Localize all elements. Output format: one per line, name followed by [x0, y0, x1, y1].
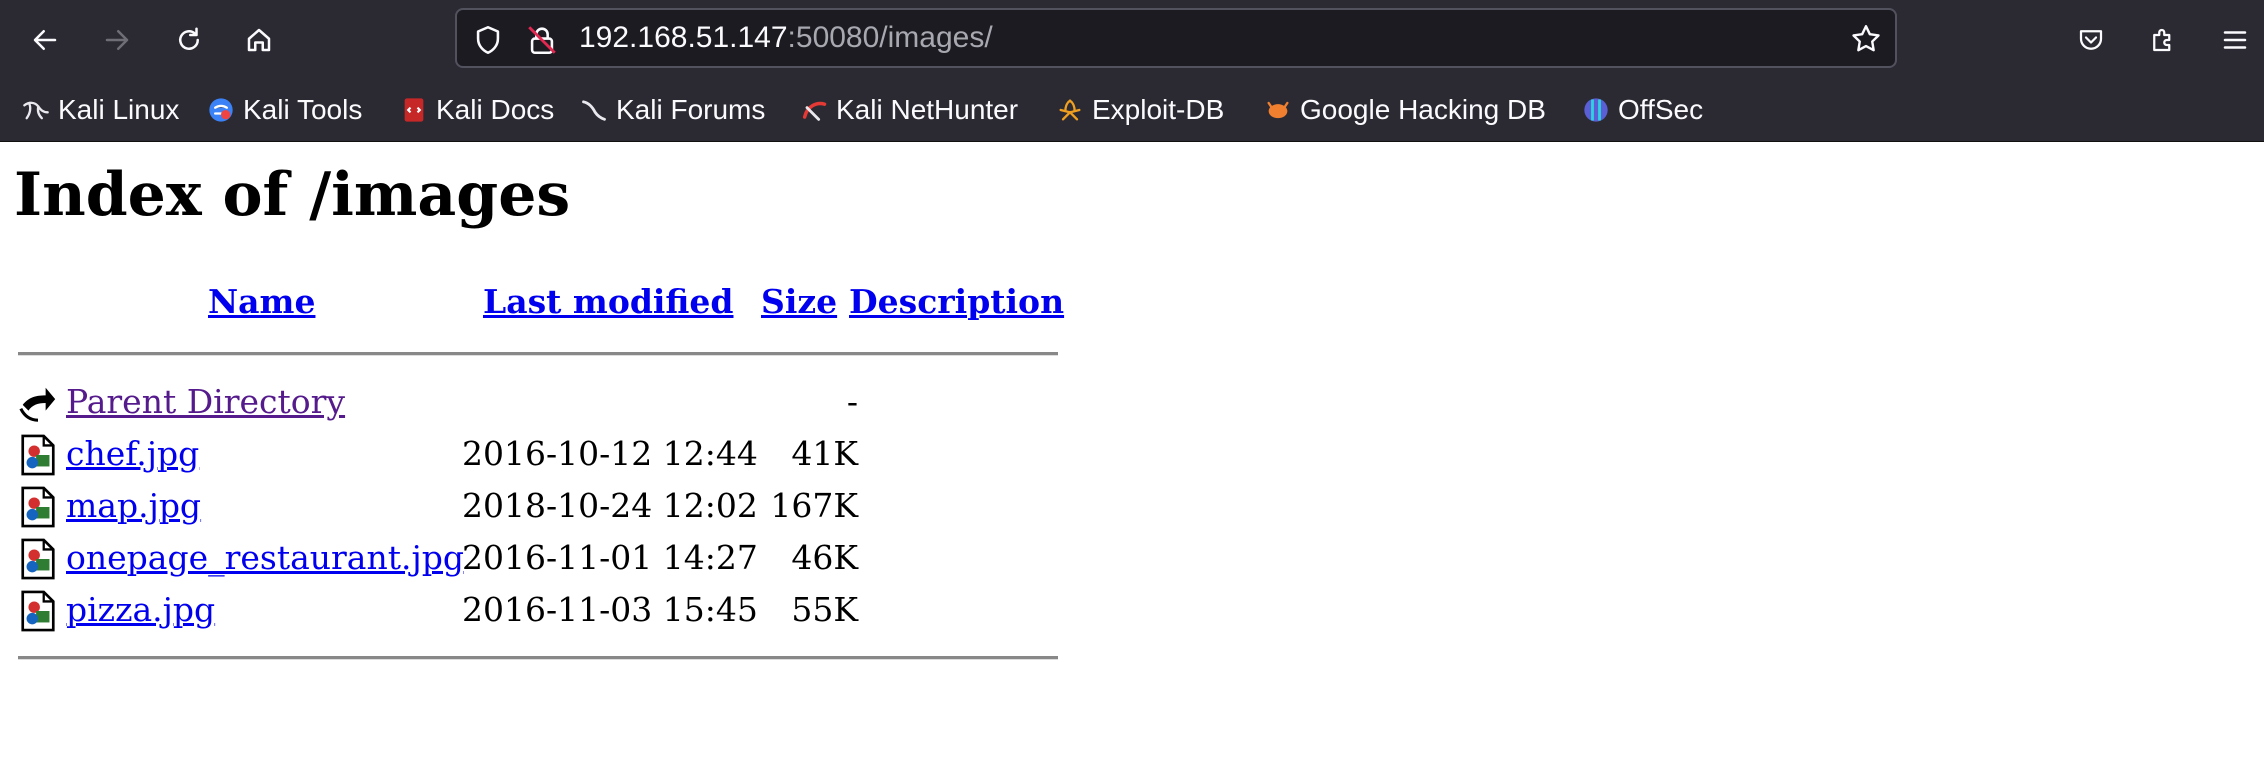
kali-dragon-icon	[23, 101, 49, 120]
reload-icon	[179, 27, 199, 50]
column-header-last-modified[interactable]: Last modified	[483, 282, 734, 321]
back-button[interactable]	[22, 17, 68, 63]
table-row: onepage_restaurant.jpg 2016-11-01 14:27 …	[18, 534, 1058, 584]
bookmark-label: Kali Tools	[243, 94, 363, 125]
image-file-icon	[21, 486, 55, 528]
file-link[interactable]: pizza.jpg	[66, 590, 215, 629]
url-host: 192.168.51.147	[579, 21, 788, 54]
bookmark-label: Kali Docs	[436, 94, 555, 125]
file-date: 2018-10-24 12:02	[462, 486, 758, 525]
bookmark-kali-tools[interactable]: Kali Tools	[207, 78, 362, 142]
bookmark-exploit-db[interactable]: Exploit-DB	[1056, 78, 1224, 142]
table-row-parent: Parent Directory -	[18, 378, 1058, 428]
bookmark-label: OffSec	[1618, 94, 1704, 125]
pocket-button[interactable]	[2068, 17, 2114, 63]
file-date: 2016-11-01 14:27	[462, 538, 758, 577]
kali-tools-icon	[209, 98, 233, 122]
bookmark-google-hacking-db[interactable]: Google Hacking DB	[1264, 78, 1546, 142]
bookmark-kali-linux[interactable]: Kali Linux	[22, 78, 179, 142]
bookmark-kali-forums[interactable]: Kali Forums	[580, 78, 765, 142]
file-link[interactable]: onepage_restaurant.jpg	[66, 538, 464, 577]
file-size: 167K	[770, 486, 858, 525]
file-date: 2016-11-03 15:45	[462, 590, 758, 629]
table-row: pizza.jpg 2016-11-03 15:45 55K	[18, 586, 1058, 636]
hamburger-menu-icon	[2223, 31, 2247, 49]
kali-forums-icon	[582, 100, 606, 121]
kali-docs-icon	[404, 98, 424, 122]
file-size: 41K	[791, 434, 858, 473]
arrow-right-icon	[105, 30, 129, 50]
file-date: 2016-10-12 12:44	[462, 434, 758, 473]
reload-button[interactable]	[166, 17, 212, 63]
image-file-icon	[21, 538, 55, 580]
back-arrow-icon	[19, 387, 56, 422]
pocket-icon	[2079, 30, 2103, 50]
column-header-size[interactable]: Size	[761, 282, 837, 321]
bookmark-label: Kali Linux	[58, 94, 180, 125]
url-bar[interactable]: 192.168.51.147:50080/images/	[455, 8, 1897, 68]
bookmark-kali-nethunter[interactable]: Kali NetHunter	[800, 78, 1018, 142]
file-link[interactable]: chef.jpg	[66, 434, 199, 473]
exploit-db-icon	[1059, 99, 1081, 121]
file-link[interactable]: map.jpg	[66, 486, 201, 525]
puzzle-icon	[2153, 28, 2171, 52]
divider	[18, 656, 1058, 660]
parent-directory-link[interactable]: Parent Directory	[66, 382, 345, 421]
insecure-lock-icon[interactable]	[525, 23, 559, 57]
image-file-icon	[21, 434, 55, 476]
extensions-button[interactable]	[2140, 17, 2186, 63]
bookmark-label: Kali Forums	[616, 94, 766, 125]
column-header-name[interactable]: Name	[208, 282, 315, 321]
ghdb-icon	[1267, 101, 1289, 119]
bookmark-label: Kali NetHunter	[836, 94, 1019, 125]
bookmark-star-icon[interactable]	[1849, 22, 1883, 56]
home-button[interactable]	[236, 17, 282, 63]
page-content: Index of /images Name Last modified Size…	[0, 142, 2264, 772]
nethunter-icon	[802, 101, 827, 121]
arrow-left-icon	[33, 30, 57, 50]
forward-button[interactable]	[94, 17, 140, 63]
bookmark-label: Exploit-DB	[1092, 94, 1225, 125]
bookmarks-toolbar: Kali Linux Kali Tools Kali Docs Kali For…	[0, 78, 2264, 142]
offsec-icon	[1584, 98, 1608, 122]
file-size: 55K	[791, 590, 858, 629]
file-size: 46K	[791, 538, 858, 577]
image-file-icon	[21, 590, 55, 632]
column-header-description[interactable]: Description	[849, 282, 1064, 321]
browser-toolbar: 192.168.51.147:50080/images/	[0, 0, 2264, 78]
url-text[interactable]: 192.168.51.147:50080/images/	[579, 10, 993, 66]
table-row: map.jpg 2018-10-24 12:02 167K	[18, 482, 1058, 532]
page-title: Index of /images	[14, 160, 571, 230]
divider	[18, 352, 1058, 356]
table-row: chef.jpg 2016-10-12 12:44 41K	[18, 430, 1058, 480]
bookmark-offsec[interactable]: OffSec	[1582, 78, 1703, 142]
menu-button[interactable]	[2212, 17, 2258, 63]
bookmark-kali-docs[interactable]: Kali Docs	[400, 78, 554, 142]
shield-icon[interactable]	[471, 23, 505, 57]
bookmark-label: Google Hacking DB	[1300, 94, 1546, 125]
url-path: :50080/images/	[787, 21, 993, 54]
parent-size: -	[846, 382, 858, 421]
home-icon	[247, 28, 271, 52]
